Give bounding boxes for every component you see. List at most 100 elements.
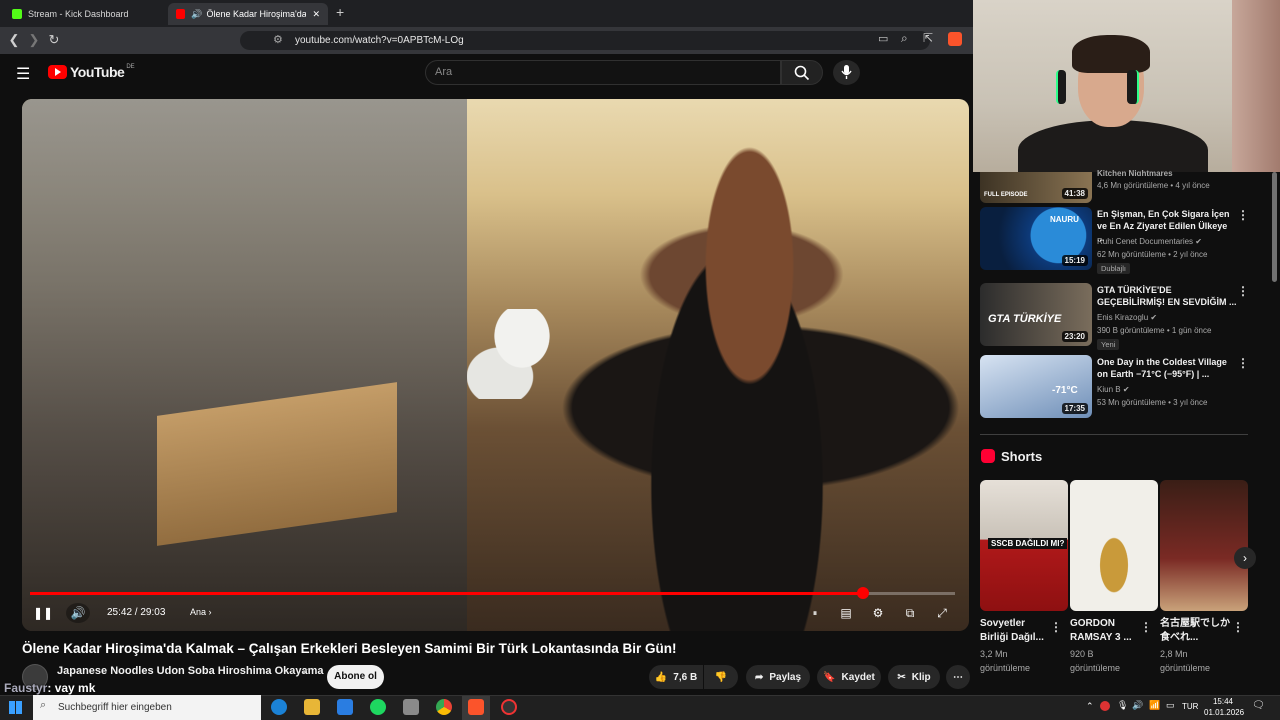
zoom-icon[interactable]: ⌕: [901, 31, 908, 46]
progress-scrubber[interactable]: [856, 587, 869, 599]
more-options-icon[interactable]: ⋮: [1050, 620, 1062, 634]
shorts-next-button[interactable]: ›: [1234, 547, 1256, 569]
headset-right-icon: [1127, 70, 1139, 104]
taskbar-search-input[interactable]: Suchbegriff hier eingeben: [33, 695, 261, 720]
related-title[interactable]: One Day in the Coldest Village on Earth …: [1097, 356, 1237, 380]
chrome-icon[interactable]: [436, 699, 452, 715]
calculator-icon[interactable]: [403, 699, 419, 715]
subtitles-icon[interactable]: ▤: [835, 603, 857, 623]
chapter-button[interactable]: Ana ›: [190, 607, 212, 617]
obs-icon[interactable]: [501, 699, 517, 715]
reload-icon[interactable]: ↻: [45, 31, 63, 49]
more-options-icon[interactable]: ⋮: [1232, 620, 1244, 634]
like-button[interactable]: 👍 7,6 B: [649, 665, 703, 689]
more-options-icon[interactable]: ⋮: [1237, 356, 1249, 370]
windows-start-icon[interactable]: [9, 701, 22, 714]
fullscreen-icon[interactable]: ⤢: [931, 603, 953, 623]
related-channel[interactable]: Kitchen Nightmares: [1097, 168, 1237, 176]
microphone-icon: [841, 65, 852, 79]
tab-label: Ölene Kadar Hiroşima'da Kalı: [206, 9, 307, 19]
browser-tab-bar: Stream - Kick Dashboard 🔊 Ölene Kadar Hi…: [0, 0, 973, 27]
more-options-icon[interactable]: ⋮: [1237, 284, 1249, 298]
more-actions-button[interactable]: ⋯: [946, 665, 970, 689]
autoplay-toggle[interactable]: ⏸: [804, 603, 826, 623]
search-button[interactable]: [781, 60, 823, 85]
tray-app-icon[interactable]: [1100, 701, 1110, 711]
short-thumbnail[interactable]: [1070, 480, 1158, 611]
short-title[interactable]: 名古屋駅でしか食べれ...: [1160, 617, 1232, 645]
display-icon[interactable]: ▭: [1166, 700, 1175, 711]
site-info-icon[interactable]: ⚙: [273, 33, 283, 46]
settings-gear-icon[interactable]: ⚙: [867, 603, 889, 623]
short-title[interactable]: GORDON RAMSAY 3 ...: [1070, 617, 1142, 645]
clock-date: 01.01.2026: [1204, 708, 1245, 717]
short-views: 2,8 Mn görüntüleme: [1160, 647, 1240, 675]
search-input[interactable]: Ara: [425, 60, 781, 85]
spotify-icon[interactable]: [370, 699, 386, 715]
menu-icon[interactable]: ☰: [16, 64, 30, 84]
tab-youtube-video[interactable]: 🔊 Ölene Kadar Hiroşima'da Kalı ✕: [168, 3, 328, 25]
views-unit: görüntüleme: [980, 663, 1031, 673]
brave-shield-icon[interactable]: [948, 32, 962, 46]
clock[interactable]: 15:44 01.01.2026: [1204, 696, 1245, 718]
pause-button[interactable]: ❚❚: [32, 603, 54, 623]
microphone-tray-icon[interactable]: 🎙: [1117, 700, 1128, 711]
clip-button[interactable]: ✂ Klip: [888, 665, 940, 689]
related-channel[interactable]: Ruhi Cenet Documentaries ✔: [1097, 237, 1247, 246]
related-channel[interactable]: Kiun B ✔: [1097, 385, 1247, 394]
share-button[interactable]: ➦ Paylaş: [746, 665, 810, 689]
back-icon[interactable]: ❮: [5, 31, 23, 49]
sidebar-scrollbar[interactable]: [1272, 172, 1277, 282]
address-bar[interactable]: youtube.com/watch?v=0APBTcM-LOg: [240, 31, 930, 50]
save-button[interactable]: 🔖 Kaydet: [817, 665, 881, 689]
tab-kick-dashboard[interactable]: Stream - Kick Dashboard: [4, 3, 164, 25]
volume-icon[interactable]: 🔊: [66, 603, 90, 623]
short-title[interactable]: Sovyetler Birliği Dağıl...: [980, 617, 1052, 645]
channel-label: Kiun B: [1097, 385, 1121, 394]
subscribe-button[interactable]: Abone ol: [327, 665, 384, 689]
edge-icon[interactable]: [271, 699, 287, 715]
file-explorer-icon[interactable]: [304, 699, 320, 715]
cast-icon[interactable]: ▭: [878, 32, 888, 45]
volume-tray-icon[interactable]: 🔊: [1132, 700, 1143, 711]
tray-chevron-icon[interactable]: ⌃: [1086, 701, 1094, 712]
verified-icon: ✔: [1195, 237, 1202, 246]
related-channel[interactable]: Enis Kirazoglu ✔: [1097, 313, 1247, 322]
related-thumbnail[interactable]: NAURU 15:19: [980, 207, 1092, 270]
forward-icon[interactable]: ❯: [25, 31, 43, 49]
new-tab-button[interactable]: +: [336, 4, 344, 20]
related-thumbnail[interactable]: -71°C 17:35: [980, 355, 1092, 418]
more-options-icon[interactable]: ⋮: [1140, 620, 1152, 634]
network-icon[interactable]: 📶: [1149, 700, 1160, 711]
related-meta: 390 B görüntüleme • 1 gün önce: [1097, 326, 1212, 335]
related-title[interactable]: GTA TÜRKİYE'DE GEÇEBİLİRMİŞ! EN SEVDİĞİM…: [1097, 284, 1237, 308]
share-page-icon[interactable]: ⇱: [923, 31, 933, 45]
input-language[interactable]: TUR: [1182, 702, 1198, 711]
short-thumbnail[interactable]: [1160, 480, 1248, 611]
related-thumbnail[interactable]: GTA TÜRKİYE 23:20: [980, 283, 1092, 346]
more-options-icon[interactable]: ⋮: [1237, 208, 1249, 222]
dislike-button[interactable]: 👎: [704, 665, 738, 689]
voice-search-button[interactable]: [833, 60, 860, 85]
verified-icon: ✔: [1150, 313, 1158, 322]
save-label: Kaydet: [841, 671, 875, 683]
short-views: 920 B görüntüleme: [1070, 647, 1150, 675]
miniplayer-icon[interactable]: ⧉: [899, 603, 921, 623]
youtube-logo[interactable]: YouTube DE: [48, 64, 135, 80]
share-label: Paylaş: [769, 671, 802, 683]
thumbnail-text: FULL EPISODE: [984, 192, 1028, 198]
short-thumbnail[interactable]: SSCB DAĞILDI MI?: [980, 480, 1068, 611]
brave-icon[interactable]: [468, 699, 484, 715]
close-tab-icon[interactable]: ✕: [312, 9, 320, 20]
time-display: 25:42 / 29:03: [107, 607, 166, 618]
store-icon[interactable]: [337, 699, 353, 715]
video-duration: 15:19: [1061, 255, 1088, 266]
views-unit: görüntüleme: [1160, 663, 1211, 673]
channel-name[interactable]: Japanese Noodles Udon Soba Hiroshima Oka…: [57, 665, 324, 677]
search-icon: [794, 65, 810, 81]
video-duration: 17:35: [1061, 403, 1088, 414]
related-thumbnail[interactable]: FULL EPISODE 41:38: [980, 172, 1092, 203]
youtube-play-logo-icon: [48, 65, 67, 79]
video-player[interactable]: ❚❚ 🔊 25:42 / 29:03 Ana › ⏸ ▤ ⚙ ⧉ ⤢: [22, 99, 969, 631]
notifications-icon[interactable]: 🗨: [1252, 700, 1265, 711]
